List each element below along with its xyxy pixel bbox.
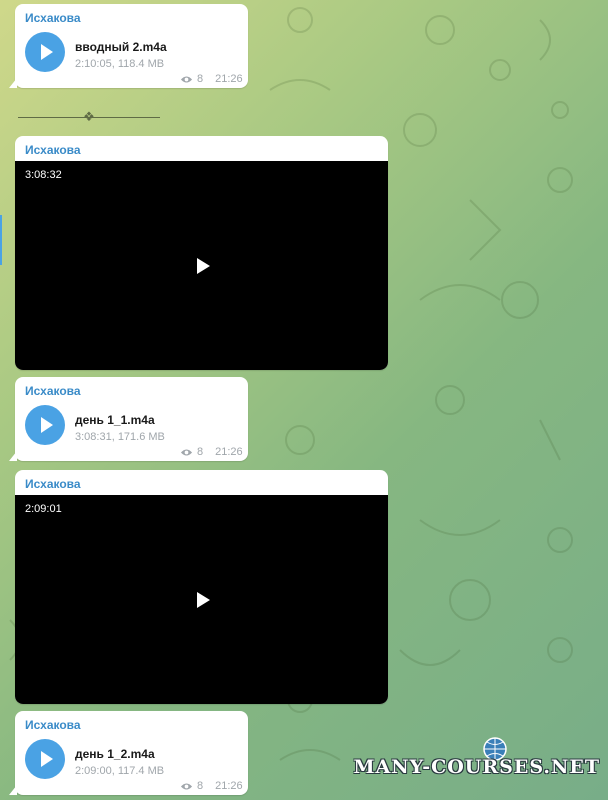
video-player[interactable]: 3:08:32	[15, 161, 388, 370]
message-time: 21:26	[215, 446, 243, 458]
message-footer: 8 21:26	[180, 780, 243, 792]
sender-name[interactable]: Исхакова	[25, 477, 81, 491]
file-meta: 2:09:00, 117.4 MB	[75, 765, 165, 777]
message-video[interactable]: Исхакова 2:09:01	[15, 470, 388, 704]
scroll-indicator	[0, 215, 2, 265]
video-duration: 3:08:32	[25, 169, 62, 181]
file-meta: 3:08:31, 171.6 MB	[75, 431, 165, 443]
play-icon[interactable]	[25, 405, 65, 445]
file-name: день 1_1.m4a	[75, 413, 155, 427]
play-icon[interactable]	[25, 739, 65, 779]
message-audio[interactable]: Исхакова день 1_1.m4a 3:08:31, 171.6 MB …	[9, 377, 248, 461]
message-video[interactable]: Исхакова 3:08:32	[15, 136, 388, 370]
eye-icon	[180, 782, 193, 790]
file-meta: 2:10:05, 118.4 MB	[75, 58, 165, 70]
view-count: 8	[197, 446, 204, 458]
message-footer: 8 21:26	[180, 73, 243, 85]
message-audio[interactable]: Исхакова вводный 2.m4a 2:10:05, 118.4 MB…	[9, 4, 248, 88]
file-name: вводный 2.m4a	[75, 40, 167, 54]
video-player[interactable]: 2:09:01	[15, 495, 388, 704]
sender-name[interactable]: Исхакова	[25, 11, 81, 25]
sender-name[interactable]: Исхакова	[25, 384, 81, 398]
view-count: 8	[197, 780, 204, 792]
watermark-text: MANY-COURSES.NET	[353, 756, 600, 778]
message-time: 21:26	[215, 780, 243, 792]
message-audio[interactable]: Исхакова день 1_2.m4a 2:09:00, 117.4 MB …	[9, 711, 248, 795]
eye-icon	[180, 448, 193, 456]
play-icon[interactable]	[190, 588, 214, 612]
video-duration: 2:09:01	[25, 503, 62, 515]
sender-name[interactable]: Исхакова	[25, 143, 81, 157]
ornament-icon: ❖	[83, 109, 95, 124]
message-footer: 8 21:26	[180, 446, 243, 458]
file-name: день 1_2.m4a	[75, 747, 155, 761]
play-icon[interactable]	[190, 254, 214, 278]
message-time: 21:26	[215, 73, 243, 85]
sender-name[interactable]: Исхакова	[25, 718, 81, 732]
eye-icon	[180, 75, 193, 83]
view-count: 8	[197, 73, 204, 85]
play-icon[interactable]	[25, 32, 65, 72]
